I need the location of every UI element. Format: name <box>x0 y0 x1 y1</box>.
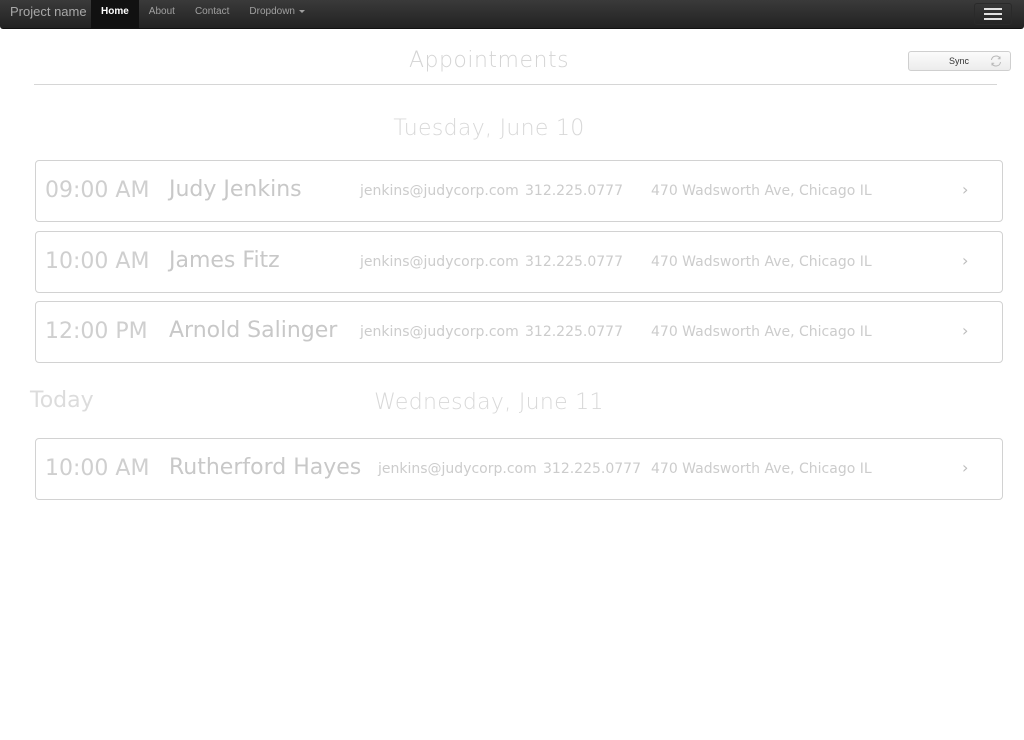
appointment-phone[interactable]: 312.225.0777 <box>525 302 623 362</box>
chevron-right-icon[interactable]: › <box>962 232 968 290</box>
appointment-row[interactable]: 10:00 AM James Fitz jenkins@judycorp.com… <box>35 231 1003 293</box>
nav-item-about[interactable]: About <box>139 0 185 28</box>
appointment-row[interactable]: 12:00 PM Arnold Salinger jenkins@judycor… <box>35 301 1003 363</box>
nav-menu: Home About Contact Dropdown <box>91 0 315 28</box>
appointment-name: James Fitz <box>169 248 280 273</box>
appointment-phone[interactable]: 312.225.0777 <box>543 439 641 499</box>
nav-item-home[interactable]: Home <box>91 0 139 28</box>
appointment-time: 12:00 PM <box>45 319 148 344</box>
appointment-email[interactable]: jenkins@judycorp.com <box>360 161 519 221</box>
nav-item-contact[interactable]: Contact <box>185 0 239 28</box>
appointment-address: 470 Wadsworth Ave, Chicago IL <box>651 254 872 270</box>
page-title: Appointments <box>408 48 570 73</box>
appointment-time: 10:00 AM <box>45 456 150 481</box>
appointment-address: 470 Wadsworth Ave, Chicago IL <box>651 324 872 340</box>
appointment-row[interactable]: 09:00 AM Judy Jenkins jenkins@judycorp.c… <box>35 160 1003 222</box>
appointment-email[interactable]: jenkins@judycorp.com <box>378 439 537 499</box>
appointment-phone[interactable]: 312.225.0777 <box>525 232 623 292</box>
navbar: Project name Home About Contact Dropdown <box>0 0 1024 29</box>
appointment-name: Rutherford Hayes <box>169 455 362 480</box>
appointment-email[interactable]: jenkins@judycorp.com <box>360 232 519 292</box>
chevron-right-icon[interactable]: › <box>962 161 968 219</box>
chevron-right-icon[interactable]: › <box>962 302 968 360</box>
day-heading: Tuesday, June 10 <box>393 116 585 141</box>
nav-item-dropdown[interactable]: Dropdown <box>239 0 315 28</box>
day-heading: Wednesday, June 11 <box>374 390 604 415</box>
appointment-time: 10:00 AM <box>45 249 150 274</box>
caret-down-icon <box>299 9 305 13</box>
hamburger-icon-bar <box>984 13 1002 15</box>
dropdown-label: Dropdown <box>249 6 295 17</box>
appointment-phone[interactable]: 312.225.0777 <box>525 161 623 221</box>
hamburger-icon <box>984 8 1002 10</box>
appointment-row[interactable]: 10:00 AM Rutherford Hayes jenkins@judyco… <box>35 438 1003 500</box>
sync-button[interactable]: Sync <box>908 51 1011 71</box>
appointment-address: 470 Wadsworth Ave, Chicago IL <box>651 461 872 477</box>
appointment-name: Judy Jenkins <box>169 177 302 202</box>
appointment-email[interactable]: jenkins@judycorp.com <box>360 302 519 362</box>
refresh-icon <box>991 55 1001 67</box>
hamburger-icon-bar <box>984 18 1002 20</box>
chevron-right-icon[interactable]: › <box>962 439 968 497</box>
menu-toggle-button[interactable] <box>974 3 1012 25</box>
title-divider <box>34 84 997 85</box>
appointment-time: 09:00 AM <box>45 178 150 203</box>
brand-link[interactable]: Project name <box>10 0 87 28</box>
appointment-name: Arnold Salinger <box>169 318 338 343</box>
appointment-address: 470 Wadsworth Ave, Chicago IL <box>651 183 872 199</box>
